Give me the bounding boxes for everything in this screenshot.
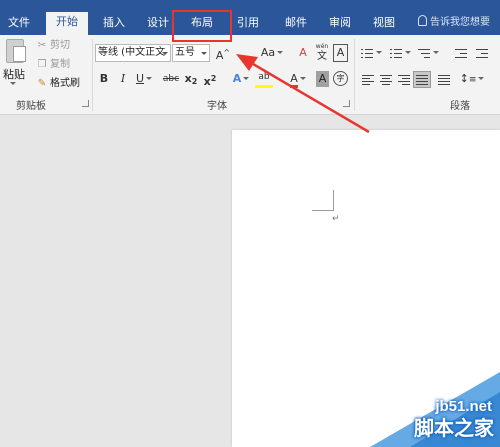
tab-mailings[interactable]: 邮件: [280, 13, 312, 35]
paste-button[interactable]: 粘贴: [3, 66, 25, 82]
justify-icon: [416, 75, 428, 85]
change-case-icon: Aa: [260, 46, 276, 59]
scissors-icon: ✂: [37, 40, 47, 51]
font-color-icon: A: [290, 72, 298, 88]
ribbon-tab-bar: 文件 开始 插入 设计 布局 引用 邮件 审阅 视图 告诉我您想要: [0, 0, 500, 35]
bullets-dropdown[interactable]: [374, 44, 382, 62]
align-center-icon[interactable]: [380, 75, 392, 85]
tell-me-text: 告诉我您想要: [430, 17, 490, 28]
paragraph-group-label: 段落: [450, 101, 470, 112]
phonetic-guide-button[interactable]: wén 文: [314, 42, 330, 62]
distributed-icon[interactable]: [438, 75, 450, 85]
bold-button[interactable]: B: [98, 70, 110, 88]
line-spacing-icon: ≡: [468, 75, 477, 85]
paste-dropdown-icon[interactable]: [10, 82, 16, 85]
tab-references[interactable]: 引用: [232, 13, 264, 35]
cut-label: 剪切: [50, 40, 70, 51]
multilevel-dropdown[interactable]: [431, 44, 439, 62]
annotation-highlight-box: [172, 10, 232, 42]
superscript-mark: 2: [210, 74, 217, 83]
underline-button[interactable]: U: [135, 70, 153, 88]
font-name-value: 等线 (中文正文: [98, 47, 166, 58]
copy-button[interactable]: ❐ 复制: [36, 57, 70, 73]
increase-indent-icon[interactable]: [476, 48, 488, 58]
margin-corner-horizontal: [312, 210, 334, 211]
character-border-button[interactable]: A: [333, 44, 348, 62]
font-color-button[interactable]: A: [287, 70, 309, 88]
text-effects-button[interactable]: A: [230, 70, 252, 88]
copy-icon: ❐: [37, 59, 47, 70]
line-spacing-button[interactable]: ↕≡: [459, 70, 485, 88]
chevron-down-icon: [201, 52, 207, 55]
tab-view[interactable]: 视图: [368, 13, 400, 35]
tab-file[interactable]: 文件: [4, 13, 34, 35]
format-painter-button[interactable]: ✎ 格式刷: [36, 76, 80, 92]
font-size-combo[interactable]: 五号: [172, 44, 210, 62]
bullets-icon[interactable]: [361, 48, 373, 58]
numbering-icon[interactable]: [390, 48, 402, 58]
character-border-icon: A: [336, 46, 345, 59]
change-case-button[interactable]: Aa: [258, 44, 286, 62]
multilevel-list-icon[interactable]: [418, 48, 430, 58]
tab-home[interactable]: 开始: [46, 12, 88, 35]
highlight-color-button[interactable]: ab: [255, 70, 273, 88]
paintbrush-icon: ✎: [37, 78, 47, 89]
subscript-button[interactable]: x2: [184, 70, 198, 88]
tab-review[interactable]: 审阅: [324, 13, 356, 35]
align-right-icon[interactable]: [398, 75, 410, 85]
cut-button[interactable]: ✂ 剪切: [36, 38, 70, 54]
decrease-indent-icon[interactable]: [455, 48, 467, 58]
subscript-icon: x: [184, 72, 192, 85]
italic-button[interactable]: I: [117, 70, 129, 88]
clipboard-launcher-icon[interactable]: [82, 100, 89, 107]
text-effects-icon: A: [232, 72, 242, 85]
group-divider: [92, 39, 93, 111]
font-launcher-icon[interactable]: [343, 100, 350, 107]
tab-insert[interactable]: 插入: [98, 13, 130, 35]
grow-font-button[interactable]: A^: [215, 44, 231, 62]
justify-button[interactable]: [413, 71, 431, 88]
phonetic-char: 文: [317, 51, 327, 62]
font-size-value: 五号: [175, 47, 195, 58]
numbering-dropdown[interactable]: [403, 44, 411, 62]
clipboard-icon[interactable]: [6, 39, 26, 63]
paragraph-mark: ↵: [332, 214, 340, 224]
group-divider: [354, 39, 355, 111]
margin-corner-vertical: [333, 190, 334, 211]
clear-formatting-button[interactable]: A: [295, 44, 311, 62]
chevron-down-icon: [162, 52, 168, 55]
font-group-label: 字体: [207, 101, 227, 112]
eraser-icon: A: [299, 46, 307, 59]
underline-icon: U: [135, 72, 145, 85]
align-left-icon[interactable]: [362, 75, 374, 85]
font-name-combo[interactable]: 等线 (中文正文: [95, 44, 171, 62]
clipboard-group-label: 剪贴板: [16, 101, 46, 112]
enclose-characters-button[interactable]: 字: [333, 71, 348, 86]
superscript-icon: x: [203, 75, 211, 88]
strikethrough-button[interactable]: abc: [162, 70, 180, 88]
ribbon-home: 粘贴 ✂ 剪切 ❐ 复制 ✎ 格式刷 剪贴板 等线 (中文正文 五号 A^ Aa A …: [0, 35, 500, 115]
copy-label: 复制: [50, 59, 70, 70]
subscript-mark: 2: [191, 77, 198, 86]
tab-design[interactable]: 设计: [142, 13, 174, 35]
format-painter-label: 格式刷: [50, 78, 80, 89]
superscript-button[interactable]: x2: [203, 70, 217, 88]
lightbulb-icon: [418, 15, 427, 26]
watermark-name: 脚本之家: [414, 416, 494, 440]
character-shading-button[interactable]: A: [316, 71, 329, 87]
tell-me-box[interactable]: 告诉我您想要: [418, 13, 490, 33]
